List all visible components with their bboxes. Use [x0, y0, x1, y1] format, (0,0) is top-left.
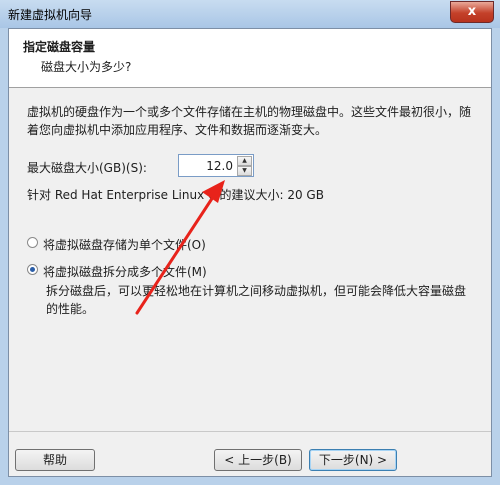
wizard-window: 新建虚拟机向导 x 指定磁盘容量 磁盘大小为多少? 虚拟机的硬盘作为一个或多个文… [0, 0, 500, 485]
annotation-arrow-icon [135, 180, 225, 315]
